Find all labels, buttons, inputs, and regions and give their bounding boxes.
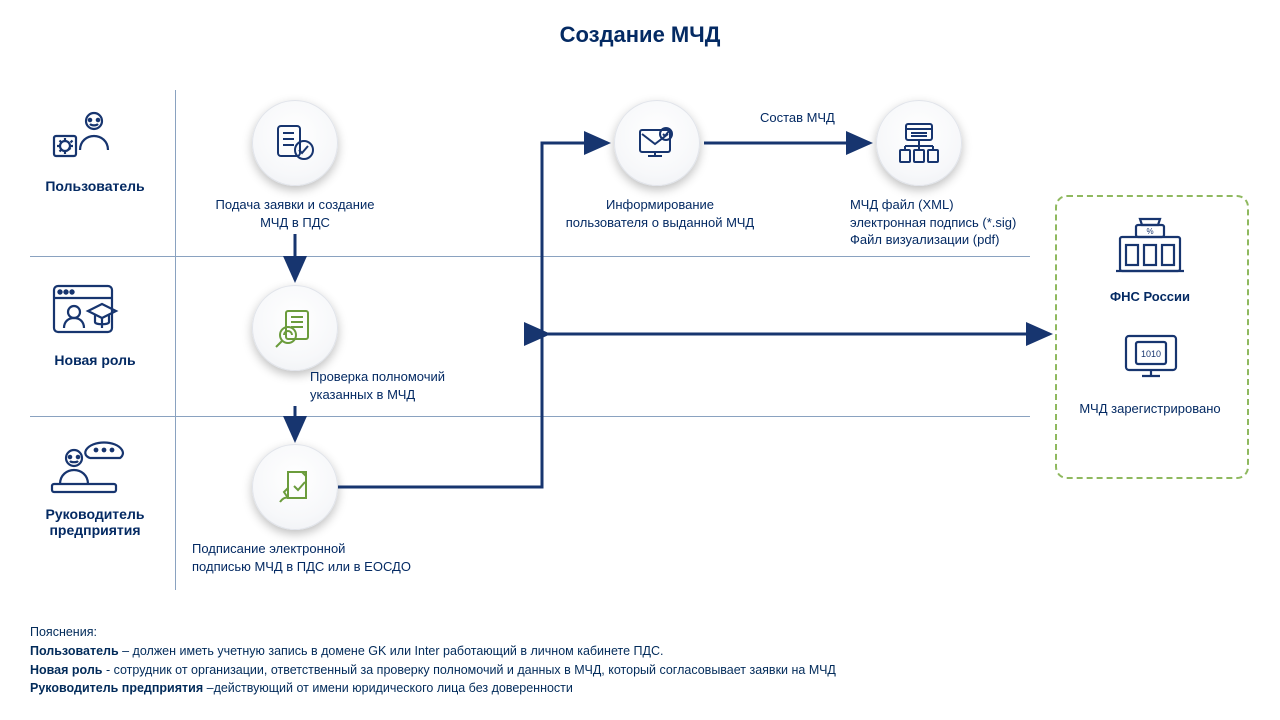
lane-divider-2 bbox=[30, 416, 1030, 417]
notes-role-b: Новая роль bbox=[30, 663, 103, 677]
notes-block: Пояснения: Пользователь – должен иметь у… bbox=[30, 623, 836, 698]
node-submit bbox=[252, 100, 338, 186]
node-submit-label: Подача заявки и создание МЧД в ПДС bbox=[190, 196, 400, 231]
page-title: Создание МЧД bbox=[0, 22, 1280, 48]
fns-building-icon: % bbox=[1112, 215, 1188, 282]
node-sign-label: Подписание электронной подписью МЧД в ПД… bbox=[192, 540, 432, 575]
fns-title: ФНС России bbox=[1055, 288, 1245, 306]
manager-role-icon bbox=[50, 436, 134, 501]
notes-heading: Пояснения: bbox=[30, 623, 836, 642]
lane-newrole-label: Новая роль bbox=[30, 352, 160, 368]
node-check-label: Проверка полномочий указанных в МЧД bbox=[310, 368, 480, 403]
lane-user-label: Пользователь bbox=[30, 178, 160, 194]
node-sign bbox=[252, 444, 338, 530]
node-package-label: МЧД файл (XML) электронная подпись (*.si… bbox=[850, 196, 1050, 249]
lane-label-divider bbox=[175, 90, 176, 590]
lane-manager-label: Руководитель предприятия bbox=[30, 506, 160, 538]
node-inform bbox=[614, 100, 700, 186]
fns-sub: МЧД зарегистрировано bbox=[1055, 400, 1245, 418]
fns-computer-icon: 1010 bbox=[1120, 330, 1182, 391]
newrole-icon bbox=[50, 278, 134, 345]
svg-text:%: % bbox=[1146, 227, 1153, 236]
lane-divider-1 bbox=[30, 256, 1030, 257]
node-check bbox=[252, 285, 338, 371]
lane-manager-label-l2: предприятия bbox=[49, 522, 140, 538]
notes-user-b: Пользователь bbox=[30, 644, 119, 658]
notes-user-t: – должен иметь учетную запись в домене G… bbox=[119, 644, 664, 658]
notes-mgr-b: Руководитель предприятия bbox=[30, 681, 203, 695]
notes-role-t: - сотрудник от организации, ответственны… bbox=[103, 663, 836, 677]
node-package bbox=[876, 100, 962, 186]
lane-manager-label-l1: Руководитель bbox=[46, 506, 145, 522]
notes-mgr-t: –действующий от имени юридического лица … bbox=[203, 681, 573, 695]
arrow-label-sostav: Состав МЧД bbox=[760, 110, 835, 125]
svg-text:1010: 1010 bbox=[1141, 349, 1161, 359]
node-inform-label: Информирование пользователя о выданной М… bbox=[555, 196, 765, 231]
user-role-icon bbox=[50, 108, 120, 169]
